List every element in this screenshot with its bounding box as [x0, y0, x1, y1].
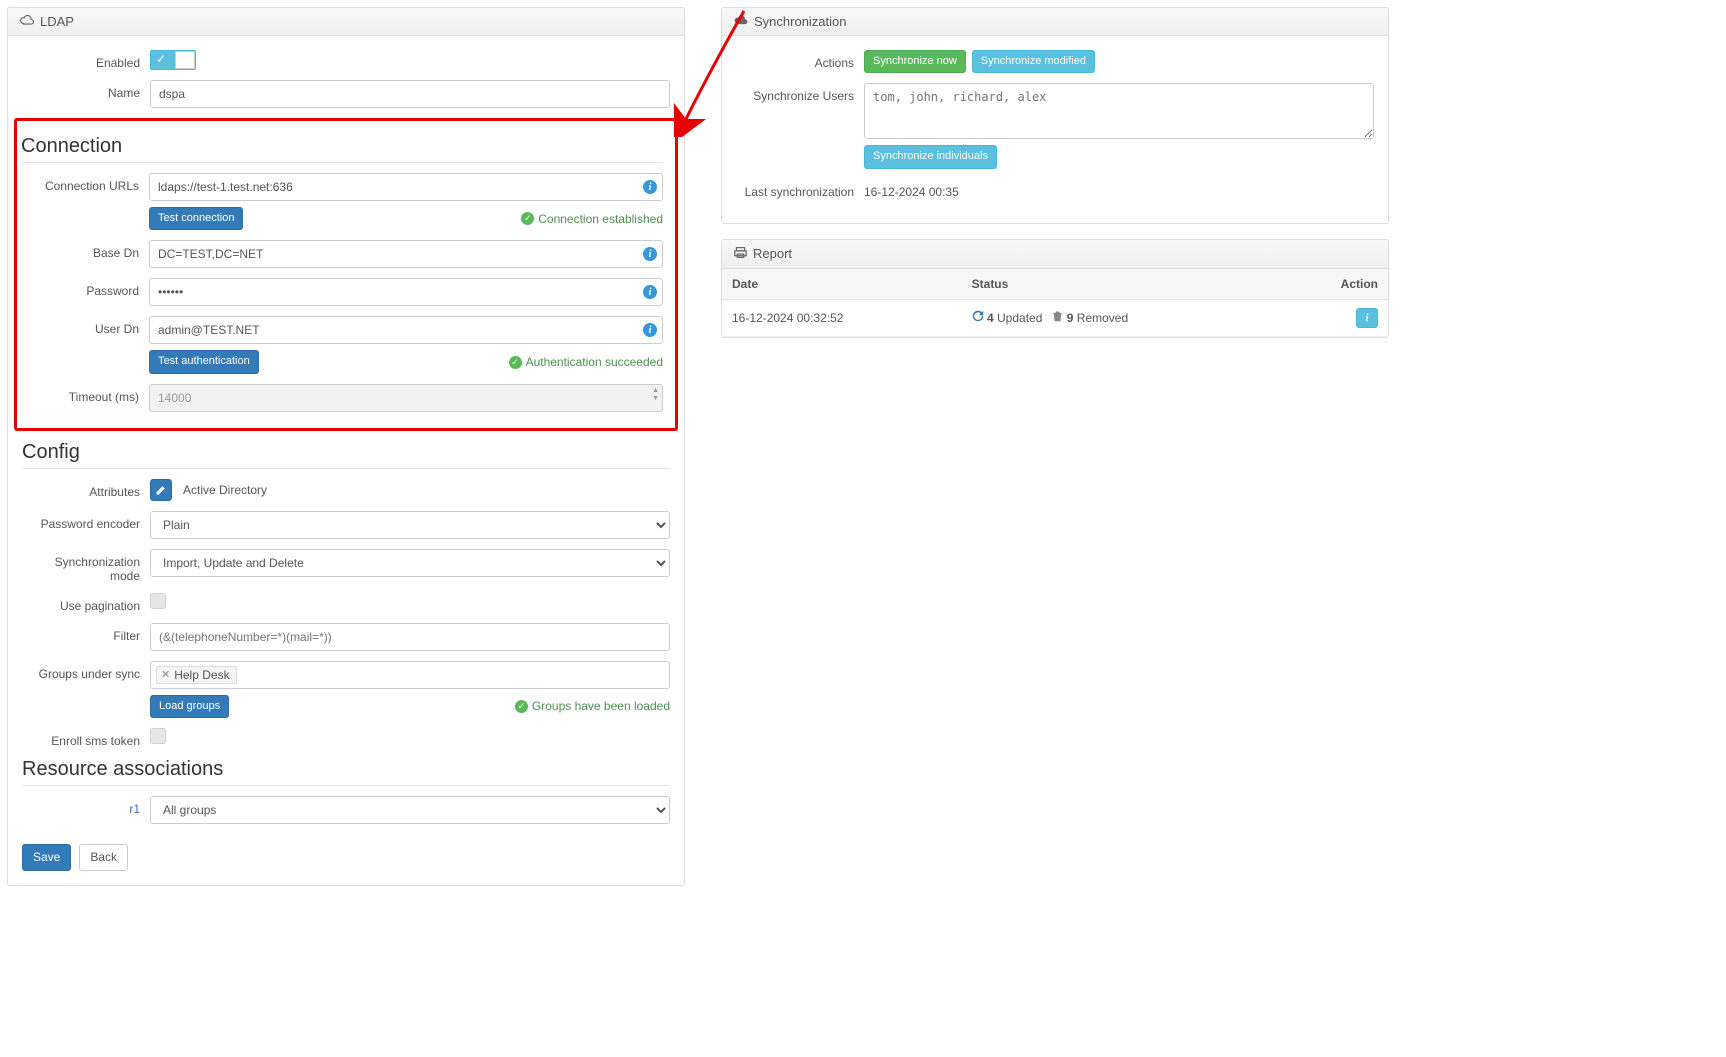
user-dn-label: User Dn	[21, 316, 149, 336]
enabled-toggle[interactable]: ✓	[150, 50, 196, 70]
report-col-status: Status	[962, 269, 1284, 300]
authentication-status: ✓ Authentication succeeded	[509, 355, 663, 369]
number-spinner[interactable]: ▲▼	[652, 387, 659, 403]
connection-highlight: Connection Connection URLs i Test connec…	[14, 118, 678, 431]
info-icon[interactable]: i	[643, 285, 657, 299]
r1-select[interactable]: All groups	[150, 796, 670, 824]
save-button[interactable]: Save	[22, 844, 71, 871]
ldap-panel: LDAP Enabled ✓ Name	[7, 7, 685, 886]
remove-tag-icon[interactable]: ✕	[161, 668, 170, 681]
trash-icon	[1052, 311, 1066, 325]
cloud-icon	[20, 14, 34, 29]
sync-users-label: Synchronize Users	[736, 83, 864, 103]
synchronize-now-button[interactable]: Synchronize now	[864, 50, 966, 73]
ldap-panel-heading: LDAP	[8, 8, 684, 36]
resource-associations-title: Resource associations	[22, 758, 670, 781]
synchronize-individuals-button[interactable]: Synchronize individuals	[864, 145, 997, 168]
enabled-label: Enabled	[22, 50, 150, 70]
base-dn-input[interactable]	[149, 240, 663, 268]
back-button[interactable]: Back	[79, 844, 128, 871]
synchronization-panel: Synchronization Actions Synchronize now …	[721, 7, 1389, 224]
sync-mode-label: Synchronization mode	[22, 549, 150, 583]
config-title: Config	[22, 441, 670, 464]
attributes-label: Attributes	[22, 479, 150, 499]
report-status: 4 Updated 9 Removed	[962, 299, 1284, 336]
sync-users-textarea[interactable]	[864, 83, 1374, 139]
synchronization-title: Synchronization	[754, 14, 847, 29]
name-label: Name	[22, 80, 150, 100]
password-encoder-label: Password encoder	[22, 511, 150, 531]
check-circle-icon: ✓	[509, 356, 522, 369]
connection-status: ✓ Connection established	[521, 212, 663, 226]
report-row: 16-12-2024 00:32:52 4 Updated 9	[722, 299, 1388, 336]
report-info-button[interactable]: i	[1356, 308, 1378, 328]
last-sync-value: 16-12-2024 00:35	[864, 185, 1374, 199]
password-encoder-select[interactable]: Plain	[150, 511, 670, 539]
synchronization-heading: Synchronization	[722, 8, 1388, 36]
groups-under-sync-label: Groups under sync	[22, 661, 150, 681]
load-groups-button[interactable]: Load groups	[150, 695, 229, 718]
name-input[interactable]	[150, 80, 670, 108]
test-connection-button[interactable]: Test connection	[149, 207, 243, 230]
sync-mode-select[interactable]: Import, Update and Delete	[150, 549, 670, 577]
connection-urls-label: Connection URLs	[21, 173, 149, 193]
info-icon[interactable]: i	[643, 323, 657, 337]
group-tag[interactable]: ✕ Help Desk	[156, 666, 237, 684]
refresh-icon	[972, 311, 987, 325]
r1-link[interactable]: r1	[129, 802, 140, 816]
ldap-title: LDAP	[40, 14, 74, 29]
attributes-value: Active Directory	[183, 483, 267, 497]
print-icon	[734, 246, 747, 262]
report-col-action: Action	[1283, 269, 1388, 300]
groups-tag-input[interactable]: ✕ Help Desk	[150, 661, 670, 689]
cloud-sync-icon	[734, 14, 748, 29]
timeout-input	[149, 384, 663, 412]
test-authentication-button[interactable]: Test authentication	[149, 350, 259, 373]
enroll-sms-checkbox[interactable]	[150, 728, 166, 744]
filter-input[interactable]	[150, 623, 670, 651]
info-icon[interactable]: i	[643, 180, 657, 194]
use-pagination-checkbox[interactable]	[150, 593, 166, 609]
password-input[interactable]	[149, 278, 663, 306]
check-icon: ✓	[156, 52, 166, 66]
report-heading: Report	[722, 240, 1388, 269]
use-pagination-label: Use pagination	[22, 593, 150, 613]
report-table: Date Status Action 16-12-2024 00:32:52 4	[722, 269, 1388, 337]
synchronize-modified-button[interactable]: Synchronize modified	[972, 50, 1095, 73]
password-label: Password	[21, 278, 149, 298]
report-title: Report	[753, 246, 792, 261]
report-panel: Report Date Status Action 16-12-2024 00:…	[721, 239, 1389, 338]
connection-title: Connection	[21, 135, 663, 158]
report-col-date: Date	[722, 269, 962, 300]
user-dn-input[interactable]	[149, 316, 663, 344]
report-date: 16-12-2024 00:32:52	[722, 299, 962, 336]
edit-attributes-button[interactable]	[150, 479, 172, 501]
timeout-label: Timeout (ms)	[21, 384, 149, 404]
last-sync-label: Last synchronization	[736, 179, 864, 199]
filter-label: Filter	[22, 623, 150, 643]
enroll-sms-label: Enroll sms token	[22, 728, 150, 748]
check-circle-icon: ✓	[515, 700, 528, 713]
actions-label: Actions	[736, 50, 864, 70]
check-circle-icon: ✓	[521, 212, 534, 225]
groups-status: ✓ Groups have been loaded	[515, 699, 670, 713]
info-icon[interactable]: i	[643, 247, 657, 261]
base-dn-label: Base Dn	[21, 240, 149, 260]
connection-urls-input[interactable]	[149, 173, 663, 201]
